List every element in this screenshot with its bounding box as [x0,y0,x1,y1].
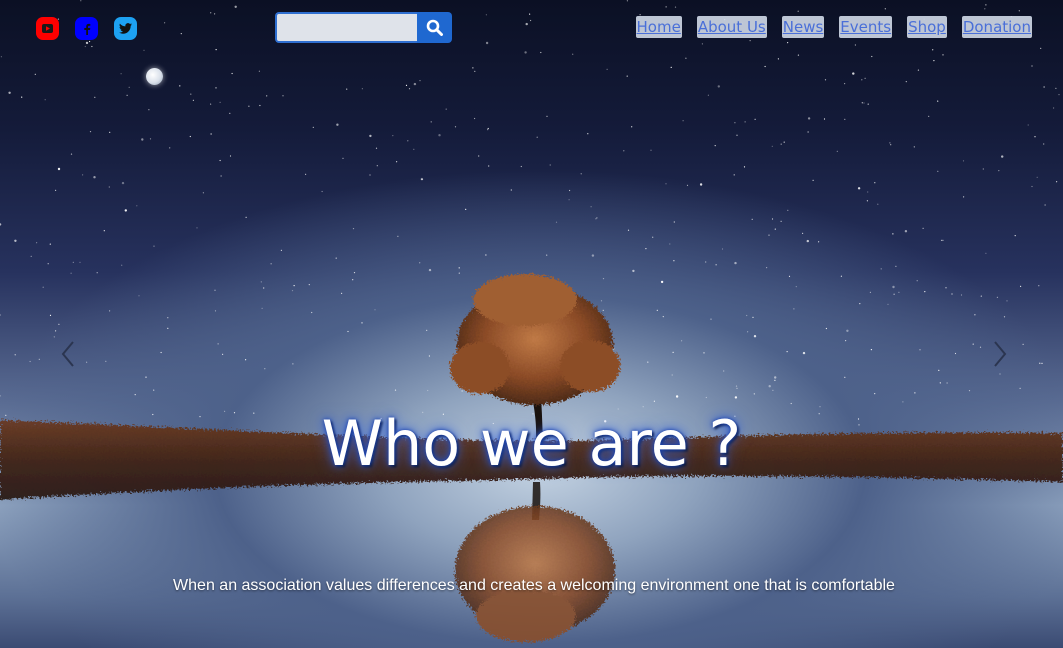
twitter-button[interactable] [114,17,137,40]
carousel-next-button[interactable] [988,337,1012,371]
facebook-button[interactable] [75,17,98,40]
tree-landscape-image [0,274,1063,642]
nav-link-about-us[interactable]: About Us [696,16,767,38]
nav-link-shop[interactable]: Shop [907,16,947,38]
search-icon [426,19,443,36]
nav-link-donation[interactable]: Donation [961,16,1032,38]
hero-headline: Who we are ? [321,407,742,480]
hero-subtitle: When an association values differences a… [173,577,895,594]
nav-link-events[interactable]: Events [839,16,893,38]
nav-link-home[interactable]: Home [635,16,682,38]
facebook-icon [83,23,90,35]
carousel-prev-button[interactable] [56,337,80,371]
social-links [36,17,137,40]
youtube-icon [42,24,53,33]
search-bar [275,12,452,43]
chevron-left-icon [61,341,74,367]
hero-section: Home About Us News Events Shop Donation … [0,0,1063,648]
search-button[interactable] [417,12,452,43]
youtube-button[interactable] [36,17,59,40]
main-nav: Home About Us News Events Shop Donation [635,16,1032,38]
moon-image [146,68,163,85]
twitter-icon [119,23,132,34]
nav-link-news[interactable]: News [781,16,825,38]
search-input[interactable] [275,12,417,43]
chevron-right-icon [994,341,1007,367]
